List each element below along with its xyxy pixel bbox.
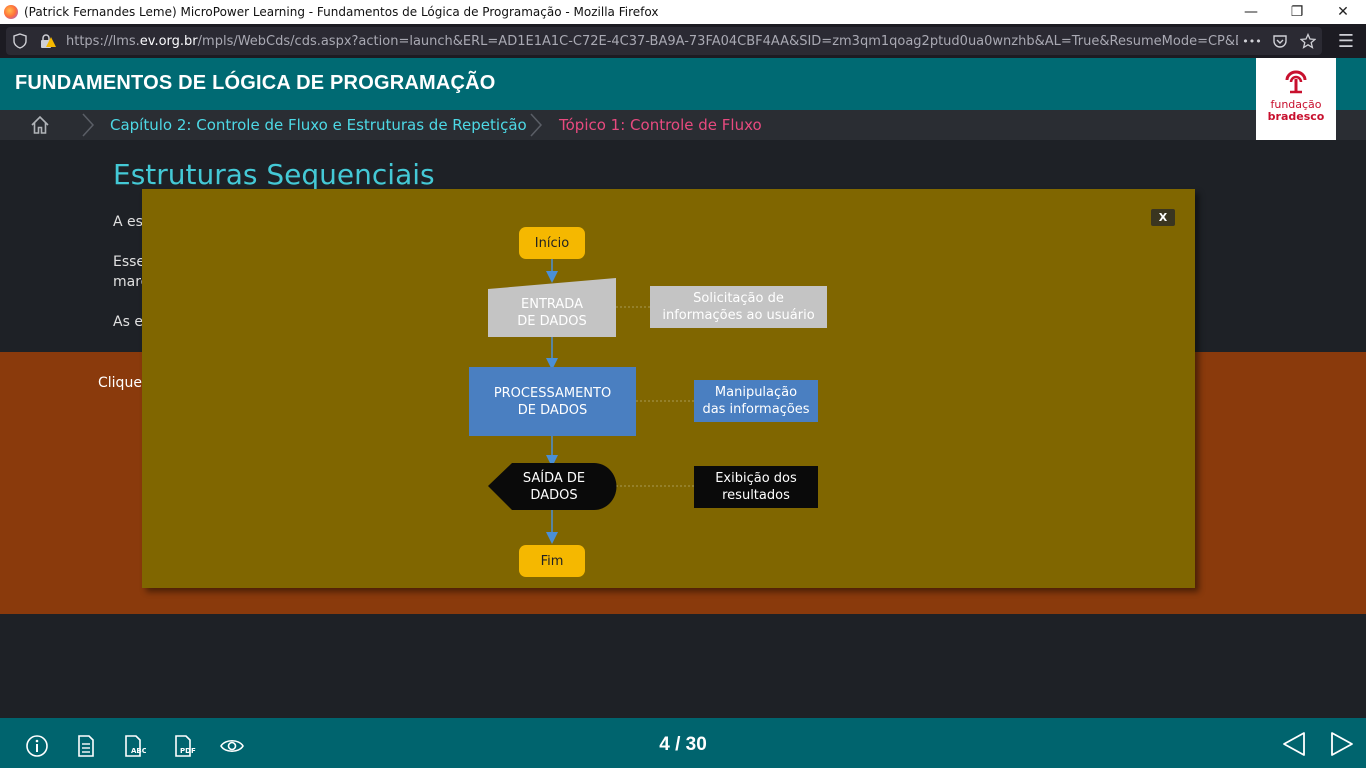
click-instruction: Clique	[98, 375, 142, 391]
insecure-lock-icon[interactable]	[34, 27, 62, 55]
restore-button[interactable]: ❐	[1274, 0, 1320, 24]
next-page-icon[interactable]	[1328, 730, 1356, 758]
player-footer: ABC PDF 4 / 30	[0, 718, 1366, 768]
flow-input-label-line2: DE DADOS	[517, 314, 587, 329]
breadcrumb-chevron-icon	[530, 113, 543, 137]
flow-start-label: Início	[534, 235, 570, 251]
flow-input-label-line1: ENTRADA	[521, 297, 583, 312]
pocket-icon[interactable]	[1266, 27, 1294, 55]
bradesco-tree-icon	[1285, 70, 1307, 94]
svg-text:ABC: ABC	[131, 747, 146, 755]
browser-titlebar: (Patrick Fernandes Leme) MicroPower Lear…	[0, 0, 1366, 24]
more-dots-icon: •••	[1242, 34, 1262, 48]
course-title: FUNDAMENTOS DE LÓGICA DE PROGRAMAÇÃO	[15, 72, 496, 94]
flow-output-label-line2: DADOS	[530, 487, 578, 503]
page-heading: Estruturas Sequenciais	[113, 158, 435, 191]
url-path: /mpls/WebCds/cds.aspx?action=launch&ERL=…	[197, 33, 1238, 49]
flow-output-label: SAÍDA DE DADOS	[504, 463, 604, 510]
flow-input-note: Solicitação de informações ao usuário	[650, 286, 827, 328]
flow-input-label: ENTRADA DE DADOS	[488, 289, 616, 337]
flow-input-note-line1: Solicitação de	[693, 291, 784, 306]
breadcrumb-chevron-icon	[82, 113, 95, 137]
breadcrumb-topic: Tópico 1: Controle de Fluxo	[559, 116, 762, 134]
flow-process-note: Manipulação das informações	[694, 380, 818, 422]
bookmark-star-icon[interactable]	[1294, 27, 1322, 55]
document-icon[interactable]	[74, 734, 98, 758]
flow-input-note-line2: informações ao usuário	[662, 308, 815, 323]
flow-output-note: Exibição dos resultados	[694, 466, 818, 508]
flow-output-label-line1: SAÍDA DE	[522, 470, 586, 486]
flowchart-diagram	[469, 227, 827, 577]
svg-text:PDF: PDF	[180, 747, 196, 755]
page-actions-more-button[interactable]: •••	[1238, 27, 1266, 55]
fundacao-bradesco-logo: fundação bradesco	[1256, 58, 1336, 140]
shield-icon[interactable]	[6, 27, 34, 55]
minimize-button[interactable]: —	[1228, 0, 1274, 24]
previous-page-icon[interactable]	[1280, 730, 1308, 758]
flowchart-modal: X Início ENTRADA DE DADOS Solicitação de…	[142, 189, 1195, 588]
eye-icon[interactable]	[220, 734, 244, 758]
info-icon[interactable]	[25, 734, 49, 758]
url-host: ev.org.br	[139, 33, 198, 49]
breadcrumb: Capítulo 2: Controle de Fluxo e Estrutur…	[0, 110, 1366, 140]
lower-area	[0, 614, 1366, 718]
url-bar[interactable]: https://lms.ev.org.br/mpls/WebCds/cds.as…	[6, 27, 1322, 55]
browser-navbar: https://lms.ev.org.br/mpls/WebCds/cds.as…	[0, 24, 1366, 58]
course-header: FUNDAMENTOS DE LÓGICA DE PROGRAMAÇÃO	[0, 58, 1366, 110]
flow-process-note-line2: das informações	[702, 402, 810, 417]
firefox-logo-icon	[4, 5, 18, 19]
paragraph-2: Esse	[113, 254, 146, 270]
pdf-icon[interactable]: PDF	[172, 734, 196, 758]
glossary-abc-icon[interactable]: ABC	[122, 734, 146, 758]
breadcrumb-chapter[interactable]: Capítulo 2: Controle de Fluxo e Estrutur…	[110, 116, 527, 134]
flow-end-label: Fim	[540, 553, 564, 569]
flow-output-note-line1: Exibição dos	[715, 471, 797, 486]
window-title: (Patrick Fernandes Leme) MicroPower Lear…	[24, 5, 659, 19]
flow-process-note-line1: Manipulação	[714, 385, 798, 400]
home-icon[interactable]	[30, 115, 50, 135]
flow-output-note-line2: resultados	[722, 488, 790, 503]
page-indicator: 4 / 30	[659, 734, 707, 755]
logo-line2: bradesco	[1267, 110, 1325, 123]
flow-process-label-line2: DE DADOS	[517, 402, 588, 418]
url-text[interactable]: https://lms.ev.org.br/mpls/WebCds/cds.as…	[66, 34, 1238, 49]
flow-process-label-line1: PROCESSAMENTO	[493, 385, 612, 401]
close-window-button[interactable]: ✕	[1320, 0, 1366, 24]
hamburger-menu-icon[interactable]: ☰	[1332, 28, 1360, 54]
url-prefix: https://lms.	[66, 33, 140, 49]
flow-process-label: PROCESSAMENTO DE DADOS	[469, 367, 636, 436]
